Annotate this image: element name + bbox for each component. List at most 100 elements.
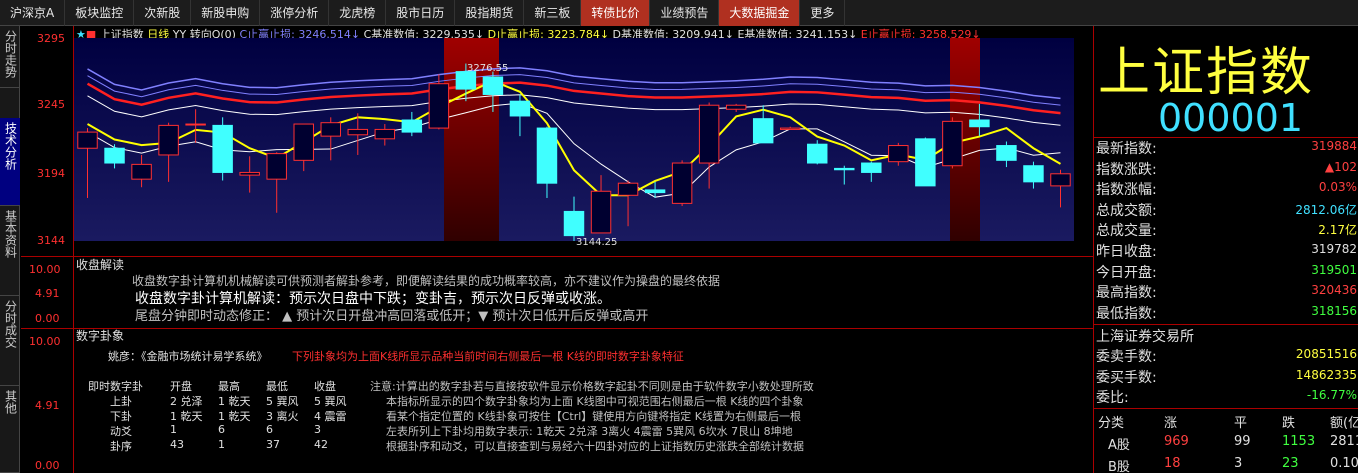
candle-body bbox=[590, 190, 612, 234]
gua-author: 姚彦：《金融市场统计易学系统》 bbox=[108, 350, 268, 363]
gua-note-line: 注意:计算出的数字卦若与直接按软件显示价格数字起卦不同则是由于软件数字小数处理所… bbox=[370, 380, 814, 393]
quote-value: 318156 bbox=[1311, 303, 1357, 318]
menu-earnings-forecast[interactable]: 业绩预告 bbox=[650, 0, 720, 26]
menu-big-data-mining[interactable]: 大数据掘金 bbox=[719, 0, 801, 26]
order-value: 14862335 bbox=[1295, 367, 1357, 382]
menu-market-calendar[interactable]: 股市日历 bbox=[386, 0, 456, 26]
candle-body bbox=[131, 163, 152, 180]
breadth-cell: 23 bbox=[1282, 456, 1299, 471]
tab-label: 基本资料 bbox=[3, 210, 18, 258]
menu-more[interactable]: 更多 bbox=[800, 0, 846, 26]
quote-row: 今日开盘: 319501 bbox=[1094, 262, 1358, 281]
divider bbox=[1094, 408, 1358, 409]
gua-table-cell: 6 bbox=[218, 423, 225, 436]
breadth-cell: 3 bbox=[1234, 456, 1243, 471]
menu-index-futures[interactable]: 股指期货 bbox=[455, 0, 525, 26]
candle-body bbox=[563, 210, 585, 237]
breadth-cell: B股 bbox=[1108, 460, 1130, 473]
order-row: 委比: -16.77% bbox=[1094, 387, 1358, 406]
gua-panel-title: 数字卦象 bbox=[76, 329, 125, 343]
tab-intraday-trend[interactable]: 分时走势 bbox=[0, 26, 20, 88]
quote-row: 昨日收盘: 319782 bbox=[1094, 241, 1358, 260]
gua-table-cell: 2 兑泽 bbox=[170, 395, 203, 408]
y-tick: 0.00 bbox=[35, 459, 60, 472]
candle-body bbox=[239, 171, 260, 176]
candle-body bbox=[536, 127, 558, 184]
quote-row: 指数涨幅: 0.03% bbox=[1094, 179, 1358, 198]
order-value: 20851516 bbox=[1295, 347, 1357, 361]
quote-label: 最低指数: bbox=[1096, 305, 1157, 322]
quote-label: 今日开盘: bbox=[1096, 264, 1157, 281]
gua-table-cell: 5 巽风 bbox=[314, 395, 347, 408]
quote-label: 昨日收盘: bbox=[1096, 244, 1157, 260]
order-row: 委买手数: 14862335 bbox=[1094, 367, 1358, 386]
gua-table-cell: 3 离火 bbox=[266, 410, 299, 423]
candle-body bbox=[752, 118, 774, 144]
tab-technical-analysis[interactable]: 技术分析 bbox=[0, 118, 20, 206]
breadth-cell: 0.102 bbox=[1330, 456, 1358, 471]
menu-sector-monitor[interactable]: 板块监控 bbox=[65, 0, 135, 26]
gua-table-header: 开盘 bbox=[170, 380, 192, 393]
menu-new-third-board[interactable]: 新三板 bbox=[524, 0, 582, 26]
tab-basic-info[interactable]: 基本资料 bbox=[0, 206, 20, 296]
gua-table-cell: 5 巽风 bbox=[266, 395, 299, 408]
tab-label: 分时成交 bbox=[3, 300, 18, 348]
gua-note-line: 看某个指定位置的 K线卦象可按住【Ctrl】键使用方向键将指定 K线置为右侧最后… bbox=[386, 410, 801, 423]
candle-body bbox=[185, 123, 206, 126]
breadth-header: 平 bbox=[1234, 416, 1248, 431]
candle-body bbox=[347, 128, 369, 136]
quote-row: 最高指数: 320436 bbox=[1094, 282, 1358, 301]
gua-table-cell: 卦序 bbox=[110, 440, 132, 453]
candle-body bbox=[1023, 165, 1044, 183]
quote-row: 总成交额: 2812.06亿 bbox=[1094, 200, 1358, 219]
quote-row: 最低指数: 318156 bbox=[1094, 303, 1358, 322]
gua-table-cell: 1 乾天 bbox=[170, 410, 203, 423]
quote-value: 0.03% bbox=[1318, 180, 1357, 195]
quote-value: 319884 bbox=[1311, 139, 1357, 153]
candle-body bbox=[834, 167, 855, 171]
gua-description: 下列卦象均为上面K线所显示品种当前时间右侧最后一根 K线的即时数字卦象特征 bbox=[292, 350, 684, 363]
gua-table-cell: 1 bbox=[170, 423, 177, 436]
candle-body bbox=[212, 124, 233, 173]
gua-note-line: 左表所列上下卦均用数字表示: 1乾天 2兑泽 3离火 4震雷 5巽风 6坎水 7… bbox=[386, 425, 793, 438]
candle-body bbox=[401, 119, 423, 133]
menu-shszj-a[interactable]: 沪深京A bbox=[0, 0, 66, 26]
menu-sub-new-stock[interactable]: 次新股 bbox=[134, 0, 192, 26]
gua-table-cell: 3 bbox=[314, 423, 321, 436]
menu-convertible-bond-compare[interactable]: 转债比价 bbox=[581, 0, 651, 26]
gua-table-cell: 动爻 bbox=[110, 425, 132, 438]
quote-panel: 上证指数 000001 最新指数: 319884 指数涨跌: ▲102 指数涨幅: 0.0… bbox=[1093, 26, 1358, 473]
breadth-header: 涨 bbox=[1164, 416, 1178, 431]
candle-body bbox=[455, 71, 477, 90]
order-row: 委卖手数: 20851516 bbox=[1094, 346, 1358, 365]
candle-body bbox=[374, 128, 396, 140]
gua-table-cell: 42 bbox=[314, 438, 328, 451]
exchange-name: 上海证券交易所 bbox=[1096, 329, 1194, 345]
y-tick: 0.00 bbox=[35, 312, 60, 325]
quote-value: 2812.06亿 bbox=[1295, 202, 1357, 217]
index-code: 000001 bbox=[1158, 96, 1304, 140]
panel-divider bbox=[21, 256, 1093, 257]
gua-panel-y-axis: 10.00 4.91 0.00 bbox=[21, 329, 74, 473]
candle-body bbox=[104, 147, 125, 164]
quote-row: 总成交量: 2.17亿 bbox=[1094, 220, 1358, 240]
gua-table-cell: 37 bbox=[266, 438, 280, 451]
candle-body bbox=[482, 76, 504, 95]
candlestick-chart[interactable]: 3276.55 3144.25 bbox=[74, 26, 1093, 256]
quote-label: 总成交量: bbox=[1096, 223, 1157, 240]
quote-row: 最新指数: 319884 bbox=[1094, 138, 1358, 157]
candle-body bbox=[915, 138, 936, 187]
candle-body bbox=[861, 162, 882, 173]
tab-intraday-trades[interactable]: 分时成交 bbox=[0, 296, 20, 386]
gua-table-cell: 1 乾天 bbox=[218, 410, 251, 423]
menu-ipo-subscribe[interactable]: 新股申购 bbox=[191, 0, 261, 26]
breadth-header: 额(亿) bbox=[1330, 416, 1358, 431]
tab-other[interactable]: 其他 bbox=[0, 386, 20, 473]
candle-body bbox=[293, 123, 314, 161]
y-tick: 3245 bbox=[37, 98, 65, 111]
gua-note-line: 根据卦序和动爻，可以直接查到与易经六十四卦对应的上证指数历史涨跌全部统计数据 bbox=[386, 440, 804, 453]
menu-limit-up-analysis[interactable]: 涨停分析 bbox=[260, 0, 330, 26]
quote-label: 总成交额: bbox=[1096, 202, 1157, 219]
menu-dragon-tiger-list[interactable]: 龙虎榜 bbox=[329, 0, 387, 26]
order-label: 委比: bbox=[1096, 390, 1129, 406]
